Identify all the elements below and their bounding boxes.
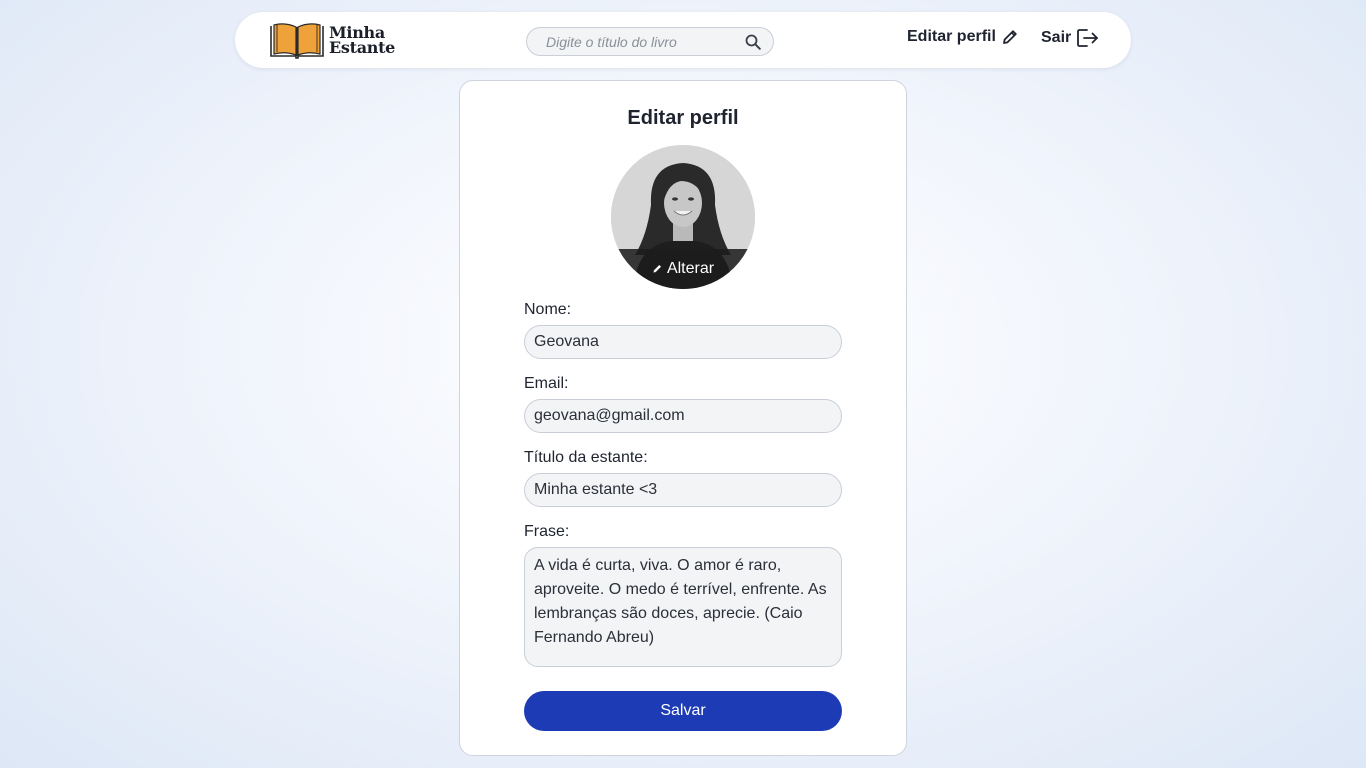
name-label: Nome: [524,301,572,318]
phrase-label: Frase: [524,523,570,540]
page-title: Editar perfil [627,107,739,129]
search-icon [745,34,761,50]
logo-line-2: Estante [329,38,396,57]
logout-label: Sair [1041,29,1072,46]
open-book-icon [270,23,324,59]
logout-icon [1077,29,1099,47]
search-input[interactable] [544,32,743,51]
logo-text: Minha Estante [329,25,396,57]
email-label: Email: [524,375,569,392]
email-field[interactable] [524,399,842,433]
pencil-icon [1003,30,1017,44]
avatar: Alterar [611,145,755,289]
change-avatar-button[interactable]: Alterar [611,249,755,289]
edit-profile-label: Editar perfil [907,28,996,45]
save-button[interactable]: Salvar [524,691,842,731]
logo[interactable]: Minha Estante [268,21,395,59]
change-avatar-label: Alterar [666,260,715,277]
shelf-title-field[interactable] [524,473,842,507]
phrase-field[interactable]: A vida é curta, viva. O amor é raro, apr… [524,547,842,667]
edit-profile-link[interactable]: Editar perfil [907,28,1019,46]
pencil-icon [653,265,661,273]
shelf-title-label: Título da estante: [524,449,648,466]
logout-link[interactable]: Sair [1041,28,1100,48]
top-navbar: Minha Estante Editar perfil Sair [235,12,1131,68]
name-field[interactable] [524,325,842,359]
search-bar [526,27,774,56]
search-button[interactable] [743,32,763,52]
edit-profile-card: Editar perfil Alterar Nome: Geovana Emai… [459,80,907,756]
